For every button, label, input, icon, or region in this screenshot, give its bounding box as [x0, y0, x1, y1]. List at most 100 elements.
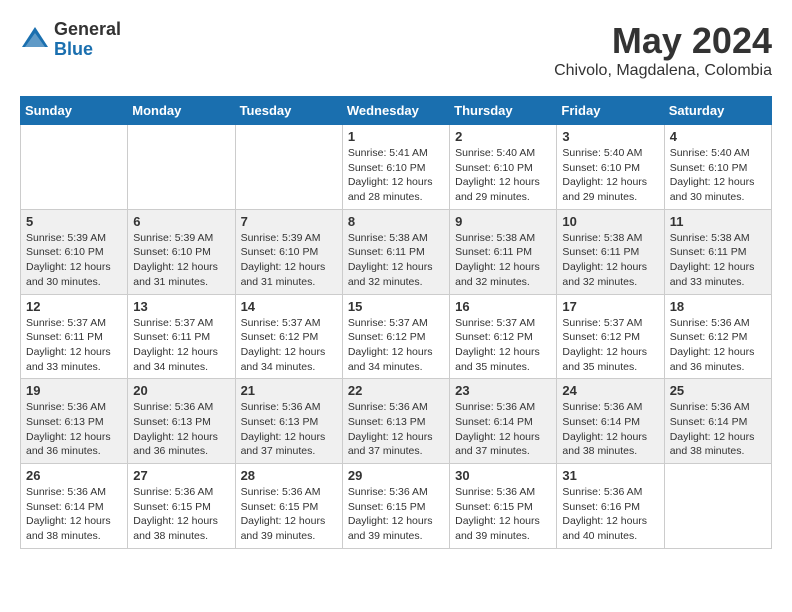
calendar-week-row: 26Sunrise: 5:36 AM Sunset: 6:14 PM Dayli… [21, 464, 772, 549]
table-row: 7 Sunrise: 5:39 AM Sunset: 6:10 PM Daylig… [235, 209, 342, 294]
day-number: 1 [348, 129, 444, 144]
day-info: Sunrise: 5:36 AM Sunset: 6:14 PM Dayligh… [670, 400, 766, 459]
day-number: 27 [133, 468, 229, 483]
table-row [664, 464, 771, 549]
day-info: Sunrise: 5:40 AM Sunset: 6:10 PM Dayligh… [455, 146, 551, 205]
day-info: Sunrise: 5:36 AM Sunset: 6:15 PM Dayligh… [241, 485, 337, 544]
table-row: 13 Sunrise: 5:37 AM Sunset: 6:11 PM Dayli… [128, 294, 235, 379]
col-thursday: Thursday [450, 97, 557, 125]
table-row [128, 125, 235, 210]
day-number: 10 [562, 214, 658, 229]
table-row: 18 Sunrise: 5:36 AM Sunset: 6:12 PM Dayli… [664, 294, 771, 379]
day-info: Sunrise: 5:39 AM Sunset: 6:10 PM Dayligh… [133, 231, 229, 290]
title-section: May 2024 Chivolo, Magdalena, Colombia [554, 20, 772, 80]
day-info: Sunrise: 5:36 AM Sunset: 6:15 PM Dayligh… [455, 485, 551, 544]
day-number: 2 [455, 129, 551, 144]
day-info: Sunrise: 5:39 AM Sunset: 6:10 PM Dayligh… [241, 231, 337, 290]
day-info: Sunrise: 5:36 AM Sunset: 6:15 PM Dayligh… [133, 485, 229, 544]
table-row: 11 Sunrise: 5:38 AM Sunset: 6:11 PM Dayli… [664, 209, 771, 294]
table-row: 28 Sunrise: 5:36 AM Sunset: 6:15 PM Dayli… [235, 464, 342, 549]
col-friday: Friday [557, 97, 664, 125]
day-number: 15 [348, 299, 444, 314]
location: Chivolo, Magdalena, Colombia [554, 62, 772, 80]
logo-text: General Blue [54, 20, 121, 60]
day-number: 11 [670, 214, 766, 229]
table-row: 23 Sunrise: 5:36 AM Sunset: 6:14 PM Dayli… [450, 379, 557, 464]
table-row: 27 Sunrise: 5:36 AM Sunset: 6:15 PM Dayli… [128, 464, 235, 549]
calendar-table: Sunday Monday Tuesday Wednesday Thursday… [20, 96, 772, 549]
logo-icon [20, 25, 50, 55]
table-row [235, 125, 342, 210]
table-row: 8 Sunrise: 5:38 AM Sunset: 6:11 PM Daylig… [342, 209, 449, 294]
day-number: 22 [348, 383, 444, 398]
day-number: 18 [670, 299, 766, 314]
col-sunday: Sunday [21, 97, 128, 125]
day-info: Sunrise: 5:37 AM Sunset: 6:12 PM Dayligh… [562, 316, 658, 375]
day-number: 6 [133, 214, 229, 229]
day-number: 21 [241, 383, 337, 398]
logo-blue: Blue [54, 40, 121, 60]
day-number: 19 [26, 383, 122, 398]
day-number: 4 [670, 129, 766, 144]
table-row: 17 Sunrise: 5:37 AM Sunset: 6:12 PM Dayli… [557, 294, 664, 379]
table-row: 4Sunrise: 5:40 AM Sunset: 6:10 PM Daylig… [664, 125, 771, 210]
day-info: Sunrise: 5:36 AM Sunset: 6:13 PM Dayligh… [26, 400, 122, 459]
day-number: 28 [241, 468, 337, 483]
day-number: 30 [455, 468, 551, 483]
day-number: 14 [241, 299, 337, 314]
table-row: 12Sunrise: 5:37 AM Sunset: 6:11 PM Dayli… [21, 294, 128, 379]
day-number: 29 [348, 468, 444, 483]
day-info: Sunrise: 5:40 AM Sunset: 6:10 PM Dayligh… [562, 146, 658, 205]
table-row [21, 125, 128, 210]
table-row: 9Sunrise: 5:38 AM Sunset: 6:11 PM Daylig… [450, 209, 557, 294]
day-number: 25 [670, 383, 766, 398]
day-number: 8 [348, 214, 444, 229]
col-monday: Monday [128, 97, 235, 125]
table-row: 3Sunrise: 5:40 AM Sunset: 6:10 PM Daylig… [557, 125, 664, 210]
table-row: 29 Sunrise: 5:36 AM Sunset: 6:15 PM Dayli… [342, 464, 449, 549]
day-number: 23 [455, 383, 551, 398]
logo: General Blue [20, 20, 121, 60]
table-row: 2 Sunrise: 5:40 AM Sunset: 6:10 PM Daylig… [450, 125, 557, 210]
table-row: 25 Sunrise: 5:36 AM Sunset: 6:14 PM Dayli… [664, 379, 771, 464]
col-saturday: Saturday [664, 97, 771, 125]
day-number: 12 [26, 299, 122, 314]
calendar-week-row: 5Sunrise: 5:39 AM Sunset: 6:10 PM Daylig… [21, 209, 772, 294]
day-info: Sunrise: 5:38 AM Sunset: 6:11 PM Dayligh… [562, 231, 658, 290]
day-info: Sunrise: 5:36 AM Sunset: 6:15 PM Dayligh… [348, 485, 444, 544]
table-row: 22 Sunrise: 5:36 AM Sunset: 6:13 PM Dayli… [342, 379, 449, 464]
col-tuesday: Tuesday [235, 97, 342, 125]
day-info: Sunrise: 5:36 AM Sunset: 6:12 PM Dayligh… [670, 316, 766, 375]
day-info: Sunrise: 5:36 AM Sunset: 6:16 PM Dayligh… [562, 485, 658, 544]
table-row: 5Sunrise: 5:39 AM Sunset: 6:10 PM Daylig… [21, 209, 128, 294]
logo-general: General [54, 20, 121, 40]
table-row: 16Sunrise: 5:37 AM Sunset: 6:12 PM Dayli… [450, 294, 557, 379]
day-info: Sunrise: 5:36 AM Sunset: 6:14 PM Dayligh… [562, 400, 658, 459]
page-header: General Blue May 2024 Chivolo, Magdalena… [20, 20, 772, 80]
calendar-week-row: 19 Sunrise: 5:36 AM Sunset: 6:13 PM Dayli… [21, 379, 772, 464]
day-info: Sunrise: 5:36 AM Sunset: 6:13 PM Dayligh… [133, 400, 229, 459]
col-wednesday: Wednesday [342, 97, 449, 125]
day-number: 17 [562, 299, 658, 314]
table-row: 6 Sunrise: 5:39 AM Sunset: 6:10 PM Daylig… [128, 209, 235, 294]
day-info: Sunrise: 5:36 AM Sunset: 6:14 PM Dayligh… [455, 400, 551, 459]
calendar-week-row: 12 Sunrise: 5:37 AM Sunset: 6:11 PM Dayli… [21, 294, 772, 379]
day-number: 7 [241, 214, 337, 229]
table-row: 1Sunrise: 5:41 AM Sunset: 6:10 PM Daylig… [342, 125, 449, 210]
day-info: Sunrise: 5:36 AM Sunset: 6:13 PM Dayligh… [348, 400, 444, 459]
day-info: Sunrise: 5:36 AM Sunset: 6:14 PM Dayligh… [26, 485, 122, 544]
day-number: 31 [562, 468, 658, 483]
month-title: May 2024 [554, 20, 772, 62]
day-number: 20 [133, 383, 229, 398]
table-row: 19 Sunrise: 5:36 AM Sunset: 6:13 PM Dayli… [21, 379, 128, 464]
day-number: 13 [133, 299, 229, 314]
day-info: Sunrise: 5:39 AM Sunset: 6:10 PM Dayligh… [26, 231, 122, 290]
day-info: Sunrise: 5:38 AM Sunset: 6:11 PM Dayligh… [670, 231, 766, 290]
table-row: 20 Sunrise: 5:36 AM Sunset: 6:13 PM Dayli… [128, 379, 235, 464]
day-info: Sunrise: 5:36 AM Sunset: 6:13 PM Dayligh… [241, 400, 337, 459]
table-row: 31 Sunrise: 5:36 AM Sunset: 6:16 PM Dayli… [557, 464, 664, 549]
day-info: Sunrise: 5:38 AM Sunset: 6:11 PM Dayligh… [348, 231, 444, 290]
day-info: Sunrise: 5:37 AM Sunset: 6:11 PM Dayligh… [133, 316, 229, 375]
day-info: Sunrise: 5:38 AM Sunset: 6:11 PM Dayligh… [455, 231, 551, 290]
calendar-header-row: Sunday Monday Tuesday Wednesday Thursday… [21, 97, 772, 125]
